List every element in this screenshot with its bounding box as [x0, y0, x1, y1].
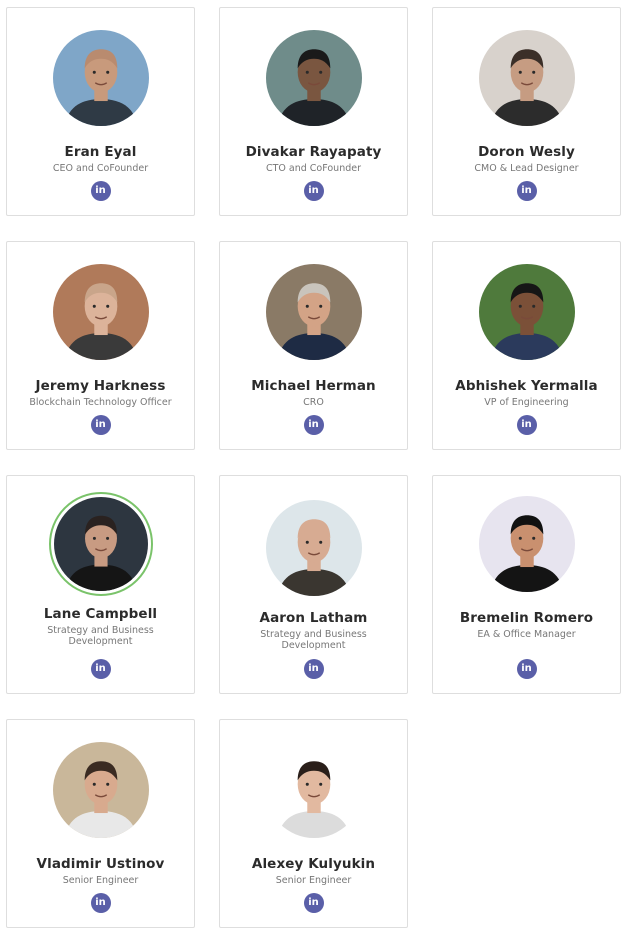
linkedin-icon[interactable]: in: [516, 415, 537, 435]
avatar-photo: [265, 742, 362, 838]
team-card: Lane Campbell Strategy and Business Deve…: [6, 475, 195, 694]
member-role: Senior Engineer: [62, 875, 139, 886]
linkedin-icon[interactable]: in: [90, 659, 111, 679]
team-card: Alexey Kulyukin Senior Engineer in: [219, 719, 408, 928]
team-card: Eran Eyal CEO and CoFounder in: [6, 7, 195, 216]
avatar-photo: [265, 264, 362, 360]
member-role: CMO & Lead Designer: [474, 163, 579, 174]
avatar-photo: [478, 496, 575, 592]
avatar-photo: [265, 500, 362, 596]
member-role: VP of Engineering: [484, 397, 569, 408]
team-card: Vladimir Ustinov Senior Engineer in: [6, 719, 195, 928]
portrait-illustration: [53, 497, 148, 591]
member-name: Abhishek Yermalla: [455, 378, 598, 394]
team-card: Abhishek Yermalla VP of Engineering in: [432, 241, 621, 450]
portrait-illustration: [52, 264, 149, 360]
portrait-illustration: [478, 30, 575, 126]
team-card: Jeremy Harkness Blockchain Technology Of…: [6, 241, 195, 450]
member-role: CTO and CoFounder: [265, 163, 362, 174]
team-card: Aaron Latham Strategy and Business Devel…: [219, 475, 408, 694]
team-card: Doron Wesly CMO & Lead Designer in: [432, 7, 621, 216]
portrait-illustration: [52, 742, 149, 838]
member-name: Aaron Latham: [259, 610, 368, 626]
member-name: Eran Eyal: [64, 144, 137, 160]
member-name: Doron Wesly: [478, 144, 575, 160]
member-name: Jeremy Harkness: [35, 378, 166, 394]
linkedin-icon[interactable]: in: [516, 659, 537, 679]
linkedin-icon[interactable]: in: [516, 181, 537, 201]
linkedin-icon[interactable]: in: [90, 415, 111, 435]
portrait-illustration: [478, 496, 575, 592]
portrait-illustration: [265, 500, 362, 596]
avatar-photo: [478, 264, 575, 360]
portrait-illustration: [265, 30, 362, 126]
member-role: EA & Office Manager: [477, 629, 576, 640]
avatar-photo: [48, 492, 153, 596]
member-name: Lane Campbell: [43, 606, 158, 622]
linkedin-icon[interactable]: in: [303, 415, 324, 435]
member-role: Strategy and Business Development: [47, 625, 154, 647]
linkedin-icon[interactable]: in: [90, 181, 111, 201]
team-card: Divakar Rayapaty CTO and CoFounder in: [219, 7, 408, 216]
avatar-photo: [478, 30, 575, 126]
member-name: Bremelin Romero: [459, 610, 594, 626]
member-name: Michael Herman: [251, 378, 376, 394]
linkedin-icon[interactable]: in: [90, 893, 111, 913]
avatar-photo: [52, 264, 149, 360]
portrait-illustration: [478, 264, 575, 360]
member-role: Senior Engineer: [275, 875, 352, 886]
member-role: CEO and CoFounder: [52, 163, 149, 174]
member-name: Vladimir Ustinov: [36, 856, 165, 872]
team-card: Michael Herman CRO in: [219, 241, 408, 450]
portrait-illustration: [265, 264, 362, 360]
member-role: Strategy and Business Development: [260, 629, 367, 651]
portrait-illustration: [265, 742, 362, 838]
linkedin-icon[interactable]: in: [303, 893, 324, 913]
avatar-photo: [52, 30, 149, 126]
portrait-illustration: [52, 30, 149, 126]
linkedin-icon[interactable]: in: [303, 181, 324, 201]
member-role: Blockchain Technology Officer: [29, 397, 172, 408]
member-role: CRO: [303, 397, 324, 408]
linkedin-icon[interactable]: in: [303, 659, 324, 679]
team-card: Bremelin Romero EA & Office Manager in: [432, 475, 621, 694]
avatar-photo: [265, 30, 362, 126]
member-name: Alexey Kulyukin: [251, 856, 376, 872]
member-name: Divakar Rayapaty: [245, 144, 382, 160]
avatar-photo: [52, 742, 149, 838]
